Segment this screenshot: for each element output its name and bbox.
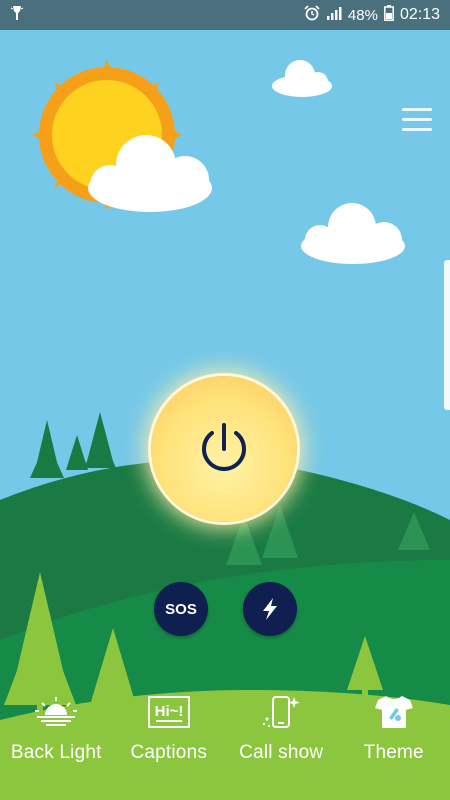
svg-text:Hi~!: Hi~! [154,703,183,720]
sos-button[interactable]: SOS [154,582,208,636]
nav-call-show[interactable]: Call show [225,690,337,764]
call-show-phone-icon [261,692,301,732]
status-time: 02:13 [399,6,440,23]
battery-percent: 48% [347,6,378,24]
power-icon [202,423,246,471]
nav-captions[interactable]: Hi~! Captions [113,690,225,764]
nav-label: Theme [363,742,424,763]
captions-hi-icon: Hi~! [147,692,190,732]
nav-label: Back Light [10,742,102,763]
status-right: 48% 02:13 [304,5,440,25]
sos-label: SOS [165,600,197,618]
nav-label: Captions [130,742,208,763]
edge-panel-handle[interactable] [444,260,450,410]
strobe-button[interactable] [243,582,297,636]
status-left [10,5,24,25]
signal-icon [326,6,342,24]
menu-line [402,118,432,121]
bottom-nav: Back Light Hi~! Captions Call show Theme [0,690,450,800]
nav-label: Call show [239,742,324,763]
battery-icon [384,5,394,25]
menu-button[interactable] [402,108,432,134]
theme-shirt-icon [374,692,414,732]
menu-line [402,128,432,131]
nav-back-light[interactable]: Back Light [0,690,112,764]
lightning-icon [263,598,277,620]
nav-theme[interactable]: Theme [338,690,450,764]
flashlight-power-button[interactable] [151,376,297,522]
backlight-sunrise-icon [33,692,79,732]
cloud-3 [301,203,405,264]
cloud-2 [272,60,332,97]
alarm-icon [304,5,320,25]
distant-trees [30,412,116,478]
flashlight-icon [10,5,24,25]
menu-line [402,108,432,111]
status-bar: 48% 02:13 [0,0,450,30]
